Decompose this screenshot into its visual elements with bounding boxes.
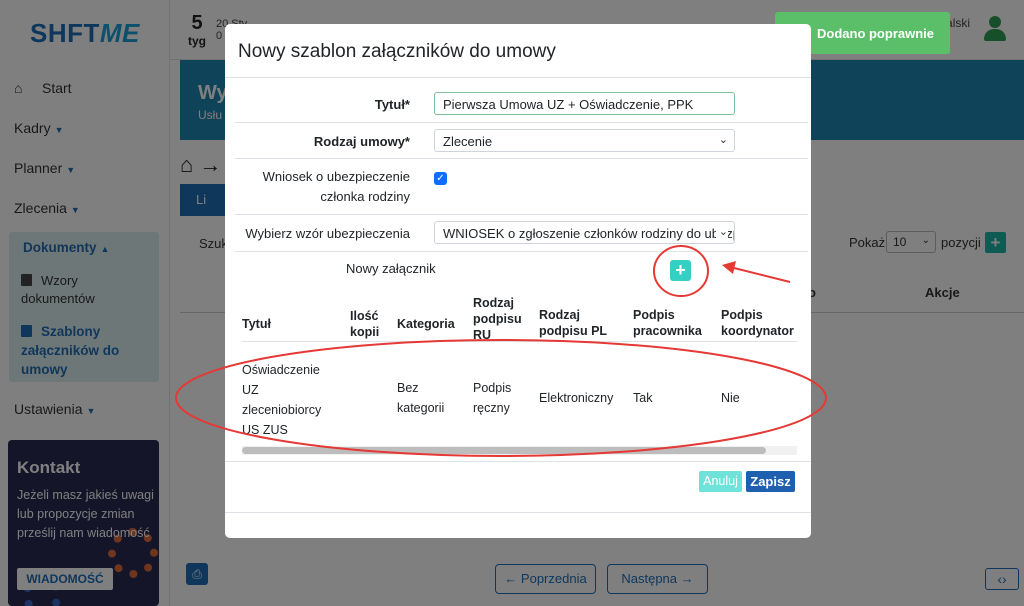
form-divider (235, 251, 808, 252)
title-label: Tytuł* (374, 97, 410, 112)
table-cell-signature-ru: Podpis ręczny (473, 381, 512, 415)
column-header-copies: Ilość kopii (350, 309, 380, 339)
column-header-employee-signature: Podpis pracownika (633, 308, 702, 338)
cancel-button[interactable]: Anuluj (699, 471, 742, 492)
column-header-coordinator-signature: Podpis koordynator (721, 308, 794, 338)
column-header-signature-pl: Rodzaj podpisu PL (539, 308, 608, 338)
insurance-template-label: Wybierz wzór ubezpieczenia (245, 226, 410, 241)
table-cell-coordinator-signature: Nie (721, 391, 740, 405)
column-header-title: Tytuł (242, 317, 271, 331)
form-divider (235, 122, 808, 123)
contract-type-label: Rodzaj umowy* (313, 134, 410, 149)
table-cell-category: Bez kategorii (397, 381, 445, 415)
form-divider (235, 214, 808, 215)
table-cell-title: Oświadczenie UZ zleceniobiorcy US ZUS (242, 363, 322, 437)
modal-title: Nowy szablon załączników do umowy (238, 41, 556, 62)
table-cell-employee-signature: Tak (633, 391, 653, 405)
toast-message: Dodano poprawnie (817, 26, 934, 41)
chevron-down-icon: ⌄ (718, 134, 728, 146)
column-header-signature-ru: Rodzaj podpisu RU (473, 296, 522, 342)
modal-footer-divider (225, 461, 811, 462)
table-header-divider (242, 341, 797, 342)
insurance-template-select[interactable]: WNIOSEK o zgłoszenie członków rodziny do… (434, 221, 735, 244)
save-button[interactable]: Zapisz (746, 471, 795, 492)
modal-bottom-divider (225, 512, 811, 513)
family-insurance-label: Wniosek o ubezpieczenie członka rodziny (262, 169, 410, 204)
add-attachment-button[interactable]: + (670, 260, 691, 281)
template-modal: Nowy szablon załączników do umowy Tytuł*… (225, 24, 811, 538)
table-scrollbar[interactable] (242, 447, 766, 454)
table-cell-signature-pl: Elektroniczny (539, 391, 614, 405)
title-input[interactable]: Pierwsza Umowa UZ + Oświadczenie, PPK (434, 92, 735, 115)
new-attachment-label: Nowy załącznik (346, 261, 436, 276)
family-insurance-checkbox[interactable]: ✓ (434, 172, 447, 185)
modal-header-divider (225, 77, 811, 78)
chevron-down-icon: ⌄ (715, 225, 728, 238)
contract-type-select[interactable]: Zlecenie ⌄ (434, 129, 735, 152)
column-header-category: Kategoria (397, 317, 455, 331)
form-divider (235, 158, 808, 159)
